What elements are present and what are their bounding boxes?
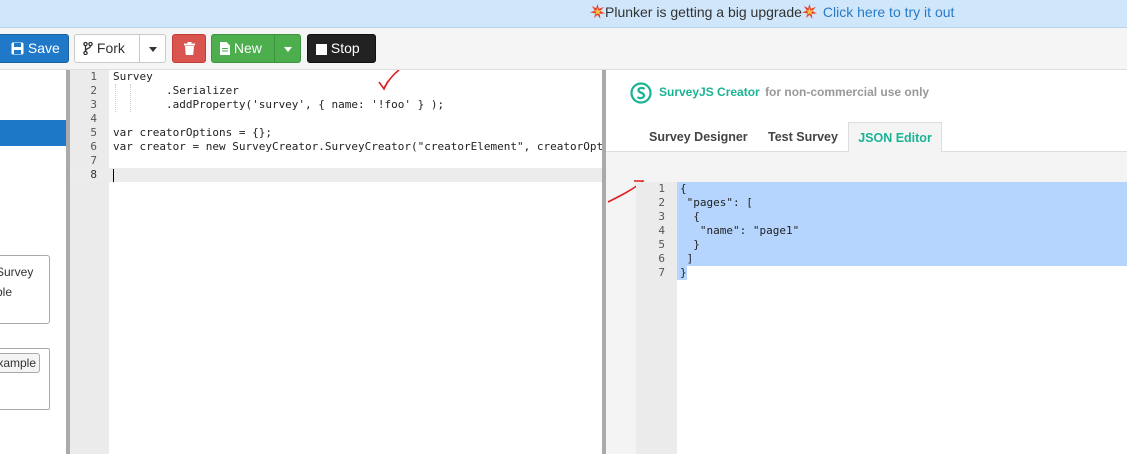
line-number: 4 (658, 224, 665, 237)
selection-highlight (677, 210, 1127, 224)
new-button[interactable]: New (211, 34, 275, 63)
collision-icon (590, 4, 605, 19)
selection-highlight (677, 252, 1127, 266)
creator-title: SurveyJS Creator for non-commercial use … (659, 85, 929, 99)
annotation-arrow-icon (378, 70, 400, 91)
code-line: 4 (70, 112, 602, 126)
banner-text: Plunker is getting a big upgrade (605, 4, 802, 20)
creator-brand: SurveyJS Creator (659, 85, 760, 99)
json-text: { (680, 182, 687, 195)
license-note: for non-commercial use only (765, 85, 930, 99)
stop-button[interactable]: Stop (307, 34, 376, 63)
new-dropdown-button[interactable] (274, 34, 301, 63)
trash-icon (183, 42, 195, 55)
line-number: 5 (90, 126, 97, 139)
save-button[interactable]: Save (0, 34, 69, 63)
caret-down-icon (284, 47, 292, 52)
banner-content: Plunker is getting a big upgrade Click he… (590, 4, 954, 20)
textarea-line: Survey (0, 265, 34, 279)
banner-link[interactable]: Click here to try it out (823, 4, 955, 20)
line-number: 5 (658, 238, 665, 251)
tab-test-survey[interactable]: Test Survey (768, 122, 838, 153)
json-line: 5 } (636, 238, 1127, 252)
description-textarea[interactable]: Survey ble (0, 255, 50, 324)
creator-header: SurveyJS Creator for non-commercial use … (606, 70, 1127, 118)
code-editor[interactable]: 1 Survey 2 .Serializer 3 .addProperty('su… (70, 70, 602, 454)
preview-pane: SurveyJS Creator for non-commercial use … (606, 70, 1127, 454)
upgrade-banner: Plunker is getting a big upgrade Click he… (0, 0, 1127, 28)
caret-down-icon (149, 47, 157, 52)
line-number: 4 (90, 112, 97, 125)
fork-icon (83, 41, 93, 56)
json-text: } (680, 238, 700, 251)
json-line: 4 "name": "page1" (636, 224, 1127, 238)
selection-highlight (677, 238, 1127, 252)
tab-survey-designer[interactable]: Survey Designer (649, 122, 748, 153)
save-label: Save (27, 40, 60, 56)
collision-icon (801, 4, 817, 19)
text-cursor (113, 169, 114, 182)
line-number: 7 (90, 154, 97, 167)
stop-icon (316, 44, 327, 55)
save-icon (11, 42, 24, 55)
code-line: 6 var creator = new SurveyCreator.SurveyC… (70, 140, 602, 154)
indent-guide (130, 84, 140, 112)
json-text: "pages": [ (680, 196, 753, 209)
line-number: 7 (658, 266, 665, 279)
json-line: 6 ] (636, 252, 1127, 266)
indent-guide (115, 84, 125, 112)
code-line: 3 .addProperty('survey', { name: '!foo' … (70, 98, 602, 112)
surveyjs-logo-icon (630, 82, 652, 104)
creator-tabs: Survey Designer Test Survey JSON Editor (606, 118, 1127, 153)
line-number: 1 (90, 70, 97, 83)
line-number: 2 (90, 84, 97, 97)
new-label: New (233, 40, 262, 56)
json-editor[interactable]: 1{ 2 "pages": [ 3 { 4 "name": "page1" 5 … (636, 182, 1127, 454)
code-line: 1 Survey (70, 70, 602, 84)
json-line: 1{ (636, 182, 1127, 196)
delete-button[interactable] (172, 34, 206, 63)
left-sidebar: Survey ble xample (0, 70, 66, 454)
json-text: ] (680, 252, 694, 265)
code-line-active: 8 (70, 168, 602, 182)
json-text: } (680, 266, 687, 279)
line-number: 3 (90, 98, 97, 111)
json-line: 7} (636, 266, 1127, 280)
code-text: Survey (113, 70, 153, 83)
json-line: 2 "pages": [ (636, 196, 1127, 210)
fork-label: Fork (96, 40, 125, 56)
json-text: "name": "page1" (680, 224, 800, 237)
code-text: var creator = new SurveyCreator.SurveyCr… (113, 140, 602, 153)
line-number: 3 (658, 210, 665, 223)
sidebar-active-item[interactable] (0, 120, 66, 146)
selection-highlight (677, 182, 1127, 196)
stop-label: Stop (330, 40, 360, 56)
code-line: 5 var creatorOptions = {}; (70, 126, 602, 140)
json-line: 3 { (636, 210, 1127, 224)
file-icon (220, 42, 230, 55)
code-line: 7 (70, 154, 602, 168)
code-line: 2 .Serializer (70, 84, 602, 98)
line-number: 8 (90, 168, 97, 181)
textarea-line: ble (0, 285, 13, 299)
json-text: { (680, 210, 700, 223)
fork-dropdown-button[interactable] (139, 34, 166, 63)
line-number: 6 (90, 140, 97, 153)
fork-button[interactable]: Fork (74, 34, 140, 63)
example-button[interactable]: xample (0, 353, 40, 373)
line-number: 2 (658, 196, 665, 209)
line-number: 6 (658, 252, 665, 265)
tab-json-editor[interactable]: JSON Editor (848, 122, 942, 153)
toolbar: Save Fork New Stop (0, 28, 1127, 70)
code-text: .addProperty('survey', { name: '!foo' } … (113, 98, 445, 111)
line-number: 1 (658, 182, 665, 195)
code-text: var creatorOptions = {}; (113, 126, 272, 139)
